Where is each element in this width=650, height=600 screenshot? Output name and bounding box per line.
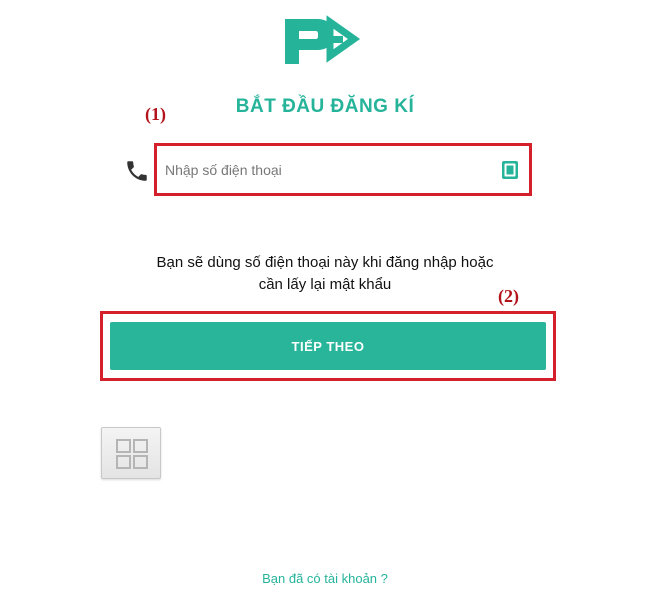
next-button-highlight: TIẾP THEO: [100, 311, 556, 381]
hint-line-1: Bạn sẽ dùng số điện thoại này khi đăng n…: [156, 254, 494, 271]
existing-account-link[interactable]: Bạn đã có tài khoản ?: [0, 571, 650, 586]
next-button[interactable]: TIẾP THEO: [110, 322, 546, 370]
hint-line-2: cần lấy lại mật khẩu: [258, 276, 392, 293]
grid-icon: [116, 439, 148, 469]
app-logo-icon: [285, 15, 361, 64]
page-title: BẮT ĐẦU ĐĂNG KÍ: [235, 96, 415, 117]
phone-icon: [127, 161, 147, 181]
annotation-label-1: (1): [145, 104, 166, 124]
contact-book-icon[interactable]: [501, 160, 519, 180]
phone-field-highlight: [154, 143, 532, 196]
phone-number-input[interactable]: [165, 157, 485, 183]
annotation-label-2: (2): [498, 286, 519, 306]
grid-button[interactable]: [101, 427, 161, 479]
phone-usage-hint: Bạn sẽ dùng số điện thoại này khi đăng n…: [0, 252, 650, 296]
